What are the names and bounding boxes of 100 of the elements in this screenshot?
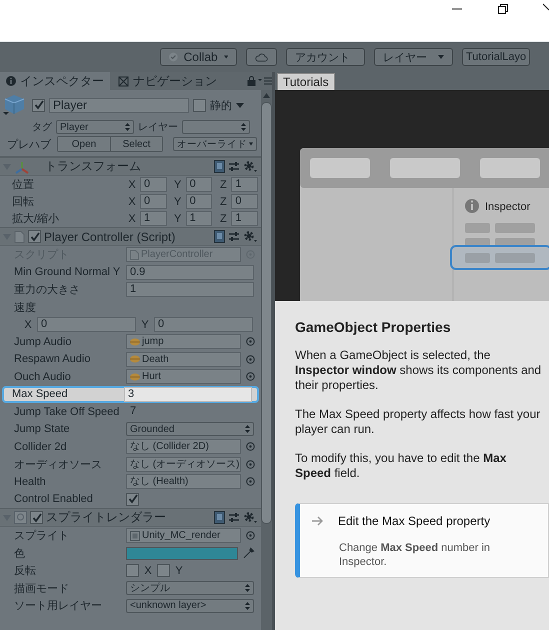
flip-checkbox[interactable] <box>126 564 139 578</box>
enabled-checkbox[interactable] <box>30 511 43 524</box>
enum-dropdown[interactable]: <unknown layer> <box>126 598 254 613</box>
value-field[interactable]: 7 <box>126 404 254 420</box>
component-header[interactable]: Player Controller (Script) <box>0 227 261 246</box>
up-down-arrows-icon <box>245 425 250 434</box>
property-label: 位置 <box>12 178 35 192</box>
number-field[interactable]: 1 <box>140 211 167 226</box>
dropdown-button[interactable]: アカウント <box>286 48 365 66</box>
number-field[interactable]: 1 <box>231 211 258 226</box>
settings-icon[interactable] <box>243 230 257 243</box>
number-field[interactable]: 0 <box>140 177 167 192</box>
lock-icon[interactable] <box>247 76 256 86</box>
layer-label: レイヤー <box>138 121 178 134</box>
enum-dropdown[interactable]: シンプル <box>126 581 254 596</box>
caret-icon <box>224 55 228 59</box>
value-field[interactable]: 1 <box>126 282 254 298</box>
scrollbar[interactable] <box>261 90 272 630</box>
help-book-icon[interactable] <box>214 230 225 243</box>
property-label: Respawn Audio <box>14 353 92 366</box>
scroll-up-icon[interactable] <box>263 93 270 98</box>
axes-icon <box>14 160 30 174</box>
static-checkbox[interactable] <box>193 98 206 112</box>
sliders-icon[interactable] <box>228 230 240 242</box>
active-checkbox[interactable] <box>32 98 45 112</box>
settings-icon[interactable] <box>243 511 257 524</box>
number-field[interactable]: 1 <box>231 177 258 192</box>
up-down-arrows-icon <box>241 123 246 131</box>
caret-icon[interactable] <box>236 102 244 108</box>
audio-clip-icon <box>130 355 140 364</box>
sprite-renderer-icon <box>14 511 27 524</box>
panel-tab[interactable]: ナビゲーション <box>112 72 223 90</box>
tag-dropdown[interactable]: Player <box>56 120 134 134</box>
menu-icon[interactable] <box>258 77 272 85</box>
property-label: Jump Audio <box>14 336 72 348</box>
up-down-arrows-icon <box>245 602 250 610</box>
number-field[interactable]: 0 <box>186 177 212 192</box>
object-field[interactable]: jump <box>126 334 242 350</box>
audio-clip-icon <box>130 338 140 346</box>
enum-dropdown[interactable]: Grounded <box>126 422 254 436</box>
help-book-icon[interactable] <box>214 160 225 173</box>
task-description: Change Max Speed number in Inspector. <box>338 541 492 569</box>
object-field[interactable]: Death <box>126 352 242 367</box>
component-title: トランスフォーム <box>44 158 142 175</box>
tutorial-title: GameObject Properties <box>295 319 452 335</box>
help-book-icon[interactable] <box>214 511 225 524</box>
prefab-button[interactable]: Open <box>58 137 110 151</box>
object-field[interactable]: Hurt <box>126 369 242 384</box>
property-label: Control Enabled <box>14 493 94 506</box>
object-field[interactable]: なし (Health) <box>126 474 242 490</box>
flip-checkbox[interactable] <box>157 564 170 578</box>
check-circle-icon <box>169 51 178 63</box>
dropdown-button[interactable]: レイヤー <box>374 48 453 66</box>
object-field[interactable]: なし (オーディオソース) <box>126 456 242 472</box>
info-icon <box>6 76 16 86</box>
cloud-icon <box>255 52 268 62</box>
number-field[interactable]: 0 <box>140 194 167 209</box>
caret-icon <box>438 55 444 59</box>
axis-label: X <box>127 196 137 208</box>
script-file-icon <box>130 250 139 260</box>
value-field[interactable]: 3 <box>124 386 252 402</box>
color-swatch[interactable] <box>126 546 238 560</box>
property-label: スプライト <box>14 528 70 544</box>
object-picker-icon[interactable] <box>246 531 255 540</box>
property-checkbox[interactable] <box>126 492 139 506</box>
sliders-icon[interactable] <box>228 512 240 524</box>
settings-icon[interactable] <box>243 160 257 173</box>
overrides-dropdown[interactable]: オーバーライド <box>173 137 257 151</box>
task-card[interactable]: Edit the Max Speed property Change Max Speed number in Inspector. <box>295 503 549 578</box>
prefab-button[interactable]: Select <box>110 137 162 151</box>
object-field[interactable]: Unity_MC_render <box>126 528 242 544</box>
collab-button[interactable]: Collab <box>160 48 237 66</box>
task-title: Edit the Max Speed property <box>338 514 490 528</box>
audio-clip-icon <box>130 372 140 381</box>
prefab-label: プレハブ <box>6 138 51 152</box>
enabled-checkbox[interactable] <box>28 230 41 243</box>
scrollbar-thumb[interactable] <box>261 102 272 524</box>
number-field[interactable]: 1 <box>186 211 212 226</box>
object-field[interactable]: なし (Collider 2D) <box>126 439 242 454</box>
tutorial-paragraph: The Max Speed property affects how fast your player can run. <box>295 407 542 437</box>
eyedropper-icon[interactable] <box>243 547 255 560</box>
number-field[interactable]: 0 <box>231 194 258 209</box>
value-field[interactable]: 0.9 <box>126 264 254 280</box>
number-field[interactable]: 0 <box>37 317 136 332</box>
panel-tab[interactable]: インスペクター <box>0 72 110 90</box>
cloud-button[interactable] <box>246 48 277 66</box>
number-field[interactable]: 0 <box>154 317 253 332</box>
property-label: 描画モード <box>14 582 70 596</box>
axis-label: Y <box>174 564 184 577</box>
name-field[interactable]: Player <box>49 98 189 112</box>
restore-icon[interactable] <box>497 3 509 15</box>
sliders-icon[interactable] <box>228 160 240 172</box>
tutorials-tab[interactable]: Tutorials <box>277 73 335 90</box>
number-field[interactable]: 0 <box>186 194 212 209</box>
inspector-label: Inspector <box>485 201 530 213</box>
axis-label: Y <box>173 212 182 224</box>
layer-dropdown[interactable] <box>182 120 250 134</box>
component-header[interactable]: スプライトレンダラー <box>0 508 261 527</box>
component-header[interactable]: トランスフォーム <box>0 157 261 176</box>
layout-button[interactable]: TutorialLayo <box>462 48 530 66</box>
